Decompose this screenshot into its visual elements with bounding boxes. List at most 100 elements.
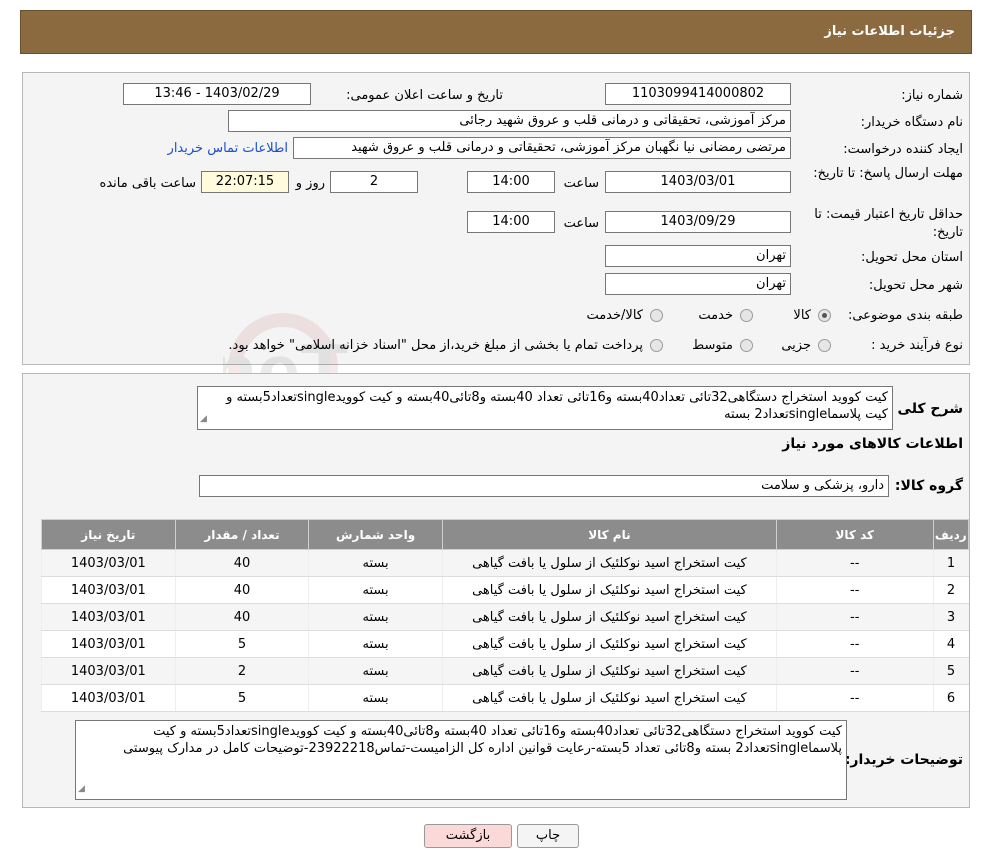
col-qty-header: تعداد / مقدار	[174, 519, 310, 550]
deadline-date-field: 1403/03/01	[605, 171, 791, 193]
payment-note: پرداخت تمام یا بخشی از مبلغ خرید،از محل …	[228, 338, 643, 353]
col-code-header: کد کالا	[775, 519, 934, 550]
city-field: تهران	[605, 273, 791, 295]
table-row[interactable]: 6 -- کیت استخراج اسید نوکلئیک از سلول یا…	[41, 684, 969, 712]
days-label: روز و	[295, 176, 325, 191]
validity-date-field: 1403/09/29	[605, 211, 791, 233]
page-header: جزئیات اطلاعات نیاز	[20, 10, 972, 54]
buyer-org-label: نام دستگاه خریدار:	[860, 115, 963, 130]
days-remaining-field: 2	[330, 171, 418, 193]
process-radio-medium[interactable]	[740, 339, 753, 352]
summary-text: کیت کووید استخراج دستگاهی32تائی تعداد40ب…	[226, 390, 888, 422]
deadline-time-label: ساعت	[563, 176, 599, 191]
row-index: 5	[932, 657, 969, 685]
item-unit: بسته	[308, 576, 443, 604]
resize-grip-icon[interactable]: ◢	[78, 781, 85, 798]
row-index: 2	[932, 576, 969, 604]
page-title: جزئیات اطلاعات نیاز	[824, 24, 955, 39]
item-name: کیت استخراج اسید نوکلئیک از سلول یا بافت…	[441, 684, 777, 712]
item-code: --	[775, 549, 934, 577]
item-name: کیت استخراج اسید نوکلئیک از سلول یا بافت…	[441, 603, 777, 631]
item-quantity: 40	[174, 603, 309, 631]
item-quantity: 2	[174, 657, 309, 685]
item-name: کیت استخراج اسید نوکلئیک از سلول یا بافت…	[441, 657, 777, 685]
item-code: --	[775, 684, 934, 712]
creator-field: مرتضی رمضانی نیا نگهبان مرکز آموزشی، تحق…	[293, 137, 791, 159]
validity-time-label: ساعت	[563, 216, 599, 231]
item-quantity: 40	[174, 576, 309, 604]
validity-time-field: 14:00	[467, 211, 555, 233]
need-info-panel: AriaTender.neT شماره نیاز: 1103099414000…	[22, 72, 970, 423]
payment-note-radio[interactable]	[650, 339, 663, 352]
table-row[interactable]: 2 -- کیت استخراج اسید نوکلئیک از سلول یا…	[41, 576, 969, 604]
item-quantity: 5	[174, 684, 309, 712]
category-label: طبقه بندی موضوعی:	[847, 308, 963, 323]
buyer-notes-textarea[interactable]: کیت کووید استخراج دستگاهی32تائی تعداد40ب…	[75, 720, 847, 800]
resize-grip-icon[interactable]: ◢	[200, 411, 207, 428]
item-need-date: 1403/03/01	[41, 684, 176, 712]
item-quantity: 40	[174, 549, 309, 577]
process-option-medium: متوسط	[692, 338, 733, 353]
province-label: استان محل تحویل:	[861, 250, 963, 265]
row-index: 3	[932, 603, 969, 631]
time-remaining-field: 22:07:15	[201, 171, 289, 193]
item-unit: بسته	[308, 549, 443, 577]
back-button[interactable]: بازگشت	[424, 824, 512, 848]
item-code: --	[775, 657, 934, 685]
item-need-date: 1403/03/01	[41, 657, 176, 685]
col-date-header: تاریخ نیاز	[41, 519, 176, 550]
buyer-notes-label: توضیحات خریدار:	[844, 752, 963, 768]
buyer-org-field: مرکز آموزشی، تحقیقاتی و درمانی قلب و عرو…	[228, 110, 791, 132]
item-need-date: 1403/03/01	[41, 549, 176, 577]
item-quantity: 5	[174, 630, 309, 658]
category-option-service: خدمت	[698, 308, 733, 323]
goods-table: ردیف کد کالا نام کالا واحد شمارش تعداد /…	[41, 519, 970, 712]
goods-group-label: گروه کالا:	[894, 478, 963, 494]
row-index: 6	[932, 684, 969, 712]
col-name-header: نام کالا	[441, 519, 777, 550]
details-panel: شرح کلی نیاز: کیت کووید استخراج دستگاهی3…	[22, 373, 970, 808]
province-field: تهران	[605, 245, 791, 267]
goods-group-field: دارو، پزشکی و سلامت	[199, 475, 889, 497]
col-row-header: ردیف	[932, 519, 970, 550]
announce-label: تاریخ و ساعت اعلان عمومی:	[346, 88, 503, 103]
item-name: کیت استخراج اسید نوکلئیک از سلول یا بافت…	[441, 630, 777, 658]
city-label: شهر محل تحویل:	[868, 278, 963, 293]
need-number-label: شماره نیاز:	[901, 88, 963, 103]
item-unit: بسته	[308, 684, 443, 712]
item-need-date: 1403/03/01	[41, 630, 176, 658]
table-row[interactable]: 3 -- کیت استخراج اسید نوکلئیک از سلول یا…	[41, 603, 969, 631]
table-row[interactable]: 5 -- کیت استخراج اسید نوکلئیک از سلول یا…	[41, 657, 969, 685]
deadline-time-field: 14:00	[467, 171, 555, 193]
validity-label: حداقل تاریخ اعتبار قیمت: تا تاریخ:	[814, 207, 963, 240]
deadline-label: مهلت ارسال پاسخ: تا تاریخ:	[813, 166, 963, 181]
category-radio-service[interactable]	[740, 309, 753, 322]
table-row[interactable]: 1 -- کیت استخراج اسید نوکلئیک از سلول یا…	[41, 549, 969, 577]
category-option-goods: کالا	[793, 308, 811, 323]
time-remaining-label: ساعت باقی مانده	[99, 176, 196, 191]
process-radio-minor[interactable]	[818, 339, 831, 352]
need-number-field: 1103099414000802	[605, 83, 791, 105]
print-button[interactable]: چاپ	[517, 824, 579, 848]
table-row[interactable]: 4 -- کیت استخراج اسید نوکلئیک از سلول یا…	[41, 630, 969, 658]
item-unit: بسته	[308, 603, 443, 631]
goods-table-header: ردیف کد کالا نام کالا واحد شمارش تعداد /…	[41, 519, 970, 550]
item-name: کیت استخراج اسید نوکلئیک از سلول یا بافت…	[441, 576, 777, 604]
process-label: نوع فرآیند خرید :	[871, 338, 963, 353]
category-option-goods-service: کالا/خدمت	[586, 308, 643, 323]
buyer-notes-text: کیت کووید استخراج دستگاهی32تائی تعداد40ب…	[123, 724, 842, 756]
buyer-contact-link[interactable]: اطلاعات تماس خریدار	[168, 141, 288, 156]
item-code: --	[775, 630, 934, 658]
row-index: 1	[932, 549, 969, 577]
category-radio-goods[interactable]	[818, 309, 831, 322]
item-need-date: 1403/03/01	[41, 576, 176, 604]
creator-label: ایجاد کننده درخواست:	[843, 142, 963, 157]
summary-textarea[interactable]: کیت کووید استخراج دستگاهی32تائی تعداد40ب…	[197, 386, 893, 430]
process-option-minor: جزیی	[781, 338, 811, 353]
row-index: 4	[932, 630, 969, 658]
item-code: --	[775, 576, 934, 604]
category-radio-goods-service[interactable]	[650, 309, 663, 322]
goods-info-title: اطلاعات کالاهای مورد نیاز	[782, 436, 963, 452]
announce-datetime-field: 1403/02/29 - 13:46	[123, 83, 311, 105]
item-need-date: 1403/03/01	[41, 603, 176, 631]
